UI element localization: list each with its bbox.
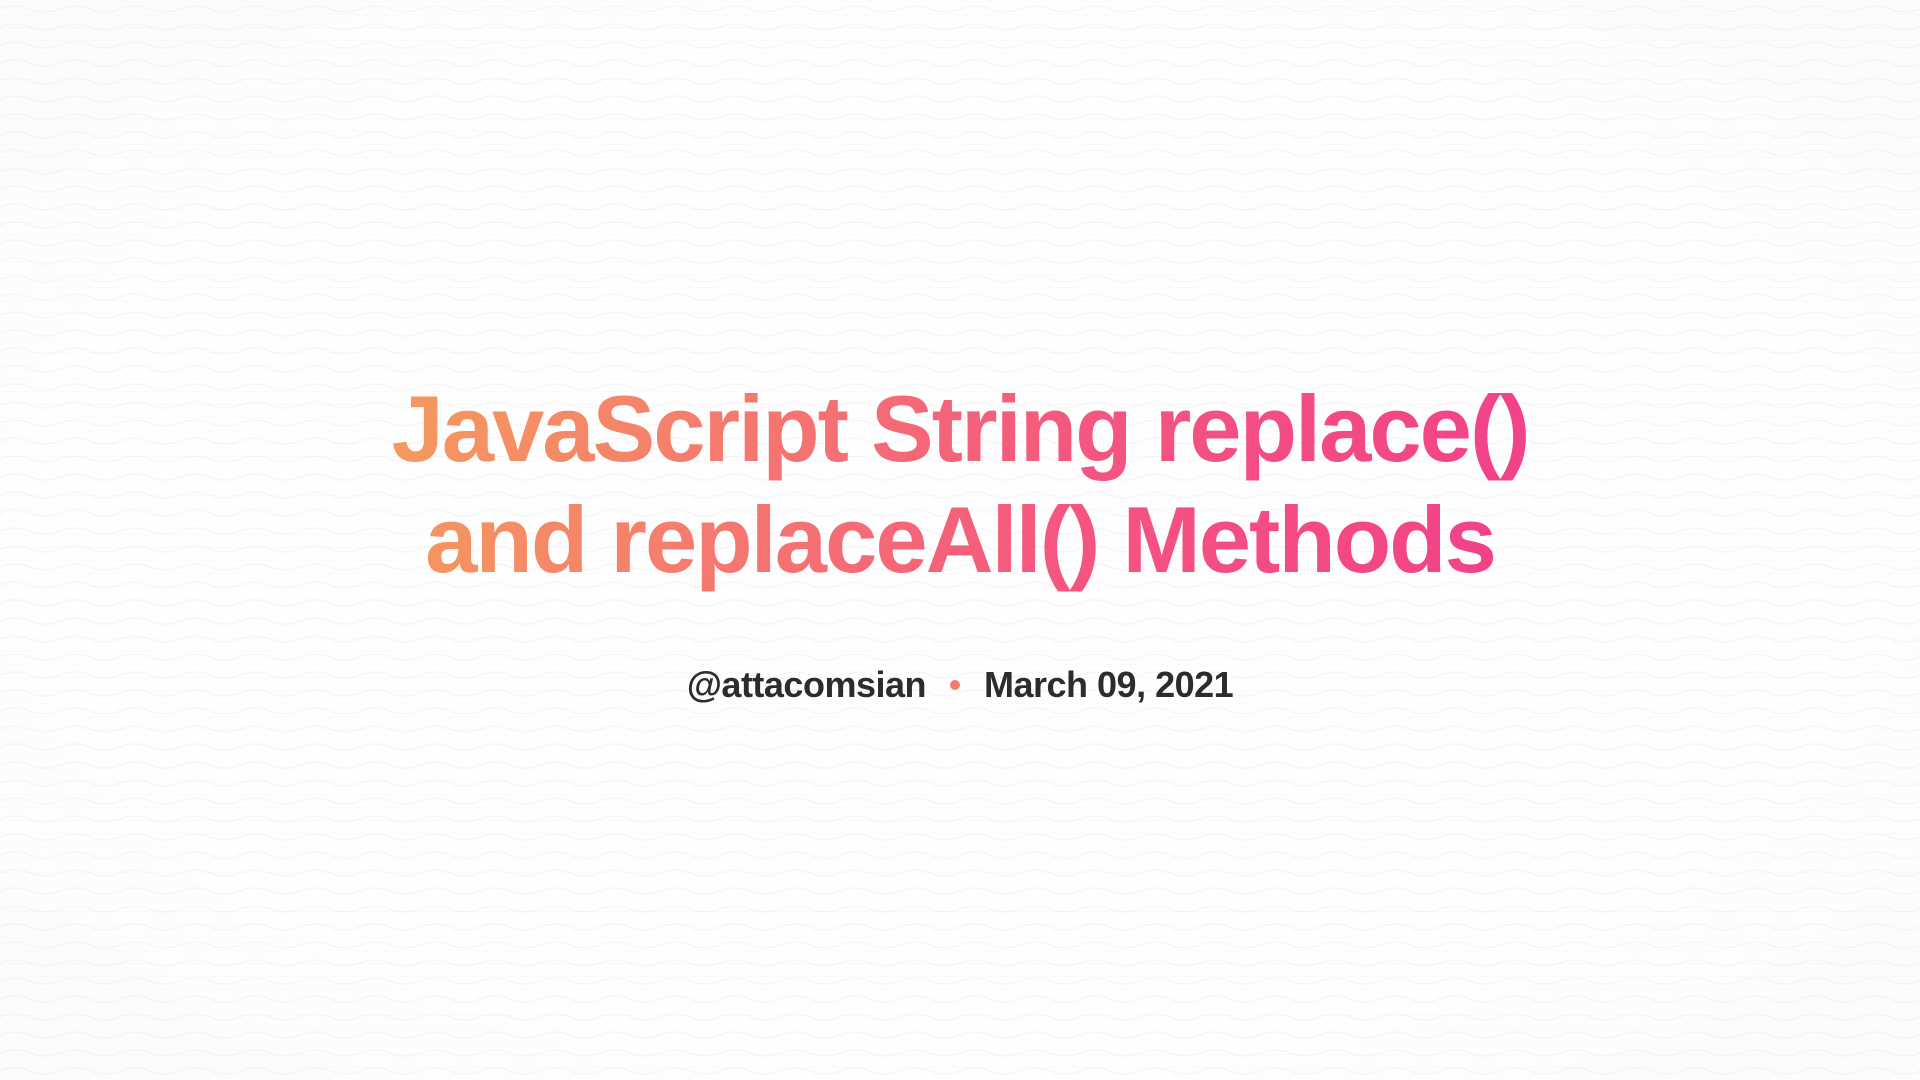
author-handle: @attacomsian bbox=[687, 664, 926, 706]
article-title: JavaScript String replace() and replaceA… bbox=[340, 374, 1580, 596]
dot-separator-icon bbox=[950, 680, 960, 690]
article-meta: @attacomsian March 09, 2021 bbox=[687, 664, 1233, 706]
publish-date: March 09, 2021 bbox=[984, 664, 1233, 706]
content-container: JavaScript String replace() and replaceA… bbox=[0, 0, 1920, 1080]
